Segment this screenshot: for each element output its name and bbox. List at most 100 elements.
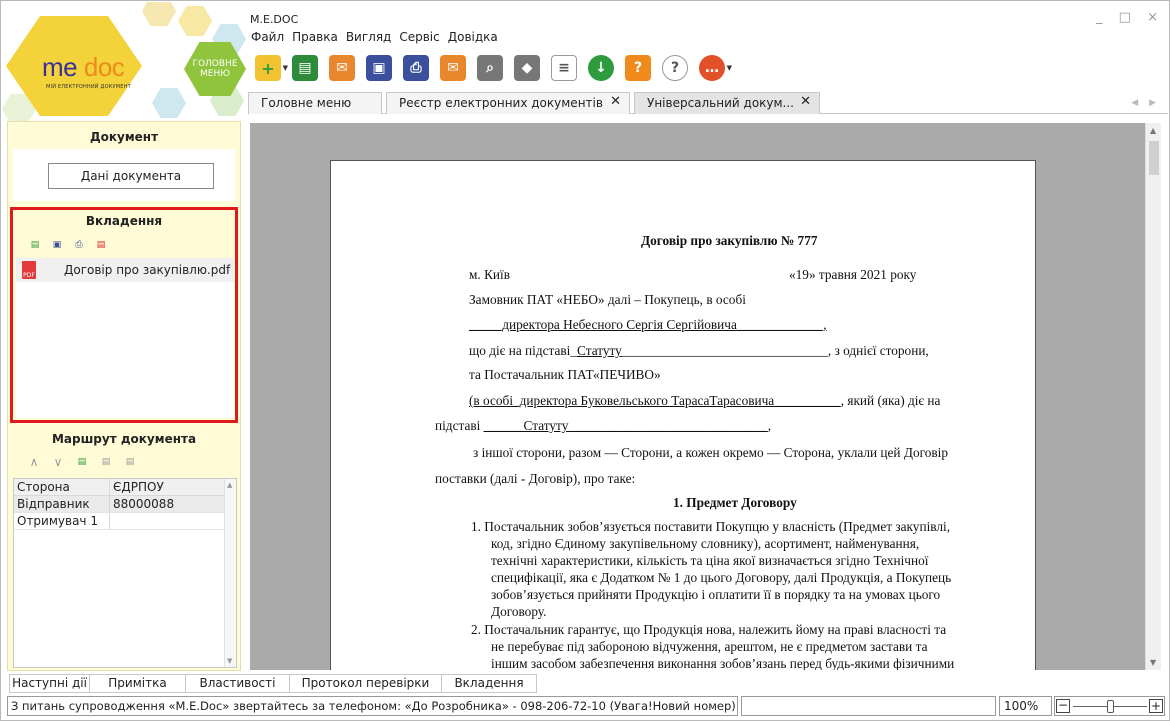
document-section-title: Документ <box>89 130 159 144</box>
doc-text: _______________________________, з одніє… <box>621 343 929 358</box>
tab-label: Головне меню <box>261 96 352 110</box>
doc-line: код, згідно Єдиному закупівельному словн… <box>491 536 920 551</box>
doc-line: (в особі_директора Буковельського Тараса… <box>469 393 940 409</box>
doc-line: іншим засобом забезпечення виконання зоб… <box>491 656 955 670</box>
copy-document-button[interactable]: ▤ <box>288 52 322 84</box>
logo-doc: doc <box>83 52 125 82</box>
document-viewer: Договір про закупівлю № 777 м. Київ «19»… <box>250 123 1145 670</box>
help-button[interactable]: ? <box>621 52 655 84</box>
zoom-slider[interactable]: − + <box>1054 696 1165 716</box>
bottom-tab-properties[interactable]: Властивості <box>185 674 289 693</box>
attachments-panel: Вкладення ▤ ▣ ⎙ ▤ PDF Договір про закупі… <box>10 207 238 423</box>
scrollbar-thumb[interactable] <box>1149 141 1159 175</box>
edit-route-icon[interactable]: ▤ <box>98 455 114 469</box>
move-down-icon[interactable]: ∨ <box>50 455 66 469</box>
zoom-level: 100% <box>999 696 1052 716</box>
bottom-tab-note[interactable]: Примітка <box>89 674 185 693</box>
table-row[interactable]: Відправник 88000088 <box>14 496 236 513</box>
route-table: Сторона ЄДРПОУ Відправник 88000088 Отрим… <box>13 478 237 668</box>
download-button[interactable]: ↓ <box>584 52 618 84</box>
toolbar: + ▼ ▤ ✉ ▣ ⎙ ✉ ⌕ ◆ ≡ ↓ ? ? … ▼ <box>251 51 732 85</box>
scroll-down-icon[interactable]: ▼ <box>1150 658 1156 667</box>
scroll-up-icon[interactable]: ▲ <box>1150 126 1156 135</box>
app-title: M.E.DOC <box>250 13 299 26</box>
close-icon[interactable]: ✕ <box>610 94 621 109</box>
print-icon: ⎙ <box>403 55 429 81</box>
archive-button[interactable]: ▣ <box>362 52 396 84</box>
zoom-in-button[interactable]: + <box>1149 699 1163 713</box>
tab-universal-document[interactable]: Універсальний докум... ✕ <box>634 92 820 114</box>
new-document-icon: + <box>255 55 281 81</box>
faq-button[interactable]: ? <box>658 52 692 84</box>
add-attachment-icon[interactable]: ▤ <box>27 238 43 252</box>
zoom-knob[interactable] <box>1107 700 1114 713</box>
document-box: Дані документа <box>13 149 235 201</box>
bottom-tab-next-actions[interactable]: Наступні дії <box>9 674 89 693</box>
bottom-tab-check-protocol[interactable]: Протокол перевірки <box>289 674 441 693</box>
new-document-button[interactable]: + ▼ <box>251 52 288 84</box>
doc-line: 2. Постачальник гарантує, що Продукція н… <box>471 622 947 637</box>
delete-route-icon[interactable]: ▤ <box>122 455 138 469</box>
attachments-section-title: Вкладення <box>85 214 163 228</box>
bottom-tab-bar: Наступні дії Примітка Властивості Проток… <box>9 674 537 693</box>
cell-side: Отримувач 1 <box>14 513 110 529</box>
zoom-out-button[interactable]: − <box>1056 699 1070 713</box>
pdf-file-icon: PDF <box>22 261 36 279</box>
scroll-up-icon[interactable]: ▲ <box>227 481 232 489</box>
table-row[interactable]: Отримувач 1 <box>14 513 236 530</box>
medoc-logo-text: me doc <box>42 52 125 83</box>
status-message: З питань супроводження «M.E.Doc» звертай… <box>7 696 738 716</box>
print-attachment-icon[interactable]: ⎙ <box>71 238 87 252</box>
cell-edrpou <box>110 513 220 529</box>
route-section-title: Маршрут документа <box>51 432 197 446</box>
move-up-icon[interactable]: ∧ <box>26 455 42 469</box>
tab-registry[interactable]: Реєстр електронних документів ✕ <box>386 92 630 114</box>
chat-icon: … <box>699 55 725 81</box>
menu-service[interactable]: Сервіс <box>399 30 439 48</box>
doc-text: , який (яка) діє на <box>840 393 941 408</box>
menu-view[interactable]: Вигляд <box>346 30 392 48</box>
logo-area: me doc МІЙ ЕЛЕКТРОННИЙ ДОКУМЕНТ ГОЛОВНЕ … <box>2 2 248 121</box>
doc-line: Договору. <box>491 604 547 619</box>
print-button[interactable]: ⎙ <box>399 52 433 84</box>
document-data-button[interactable]: Дані документа <box>48 163 214 189</box>
menu-edit[interactable]: Правка <box>292 30 338 48</box>
bottom-tab-attachments[interactable]: Вкладення <box>441 674 537 693</box>
scroll-down-icon[interactable]: ▼ <box>227 657 232 665</box>
decor-hexagon <box>142 2 176 26</box>
search-button[interactable]: ⌕ <box>473 52 507 84</box>
tab-scroll-arrows[interactable]: ◀ ▶ <box>1131 98 1160 108</box>
export-button[interactable]: ≡ <box>547 52 581 84</box>
dropdown-arrow-icon[interactable]: ▼ <box>727 64 732 72</box>
document-page: Договір про закупівлю № 777 м. Київ «19»… <box>330 160 1036 670</box>
send-button[interactable]: ✉ <box>325 52 359 84</box>
document-scrollbar[interactable]: ▲ ▼ <box>1145 123 1161 670</box>
receive-button[interactable]: ✉ <box>436 52 470 84</box>
route-toolbar: ∧ ∨ ▤ ▤ ▤ <box>26 455 138 469</box>
menu-help[interactable]: Довідка <box>448 30 498 48</box>
attachment-item[interactable]: PDF Договір про закупівлю.pdf <box>16 258 234 282</box>
doc-line: _____директора Небесного Сергія Сергійов… <box>469 317 827 332</box>
sign-button[interactable]: ◆ <box>510 52 544 84</box>
window-controls[interactable]: _ □ × <box>1096 10 1164 25</box>
doc-line: що діє на підставі_Статуту______________… <box>469 343 929 359</box>
doc-text: (в особі_директора Буковельського Тараса… <box>469 393 841 408</box>
decor-hexagon <box>178 6 212 36</box>
cell-side: Відправник <box>14 496 110 512</box>
archive-attachment-icon[interactable]: ▣ <box>49 238 65 252</box>
cell-edrpou: 88000088 <box>113 497 175 511</box>
chat-button[interactable]: … ▼ <box>695 52 732 84</box>
table-header: Сторона ЄДРПОУ <box>14 479 236 496</box>
doc-line: Замовник ПАТ «НЕБО» далі – Покупець, в о… <box>469 292 746 307</box>
delete-attachment-icon[interactable]: ▤ <box>93 238 109 252</box>
doc-line: 1. Постачальник зобов’язується поставити… <box>471 519 951 534</box>
menu-file[interactable]: Файл <box>251 30 284 48</box>
add-route-icon[interactable]: ▤ <box>74 455 90 469</box>
column-edrpou: ЄДРПОУ <box>113 480 164 494</box>
tab-main-menu[interactable]: Головне меню <box>248 92 382 114</box>
route-table-scrollbar[interactable]: ▲ ▼ <box>224 479 236 667</box>
title-bar: M.E.DOC _ □ × <box>248 10 1168 30</box>
close-icon[interactable]: ✕ <box>800 94 811 109</box>
status-bar: З питань супроводження «M.E.Doc» звертай… <box>7 696 1165 716</box>
export-icon: ≡ <box>551 55 577 81</box>
